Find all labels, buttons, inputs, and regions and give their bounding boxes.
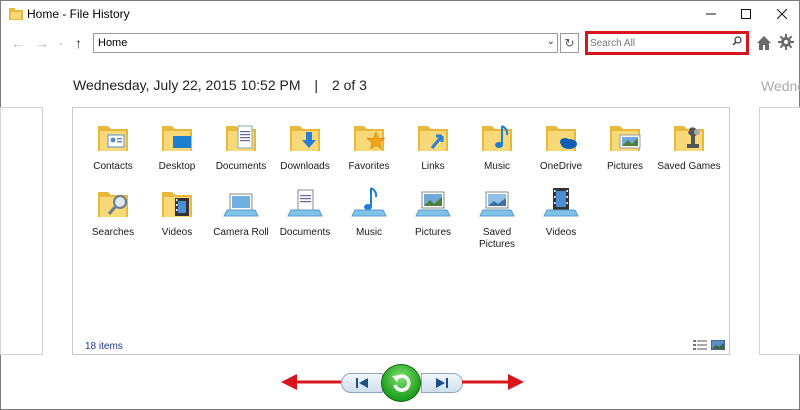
- previous-version-button[interactable]: [341, 373, 383, 393]
- pictures-library-icon: [415, 191, 451, 217]
- gear-icon[interactable]: [778, 34, 794, 50]
- list-item[interactable]: Favorites: [337, 118, 401, 173]
- snapshot-position: 2 of 3: [331, 77, 367, 93]
- snapshot-header: Wednesday, July 22, 2015 10:52 PM | 2 of…: [73, 77, 367, 93]
- camera-roll-library-icon: [223, 193, 259, 217]
- snapshot-controls: [1, 363, 799, 403]
- saved-pictures-library-icon: [479, 191, 515, 217]
- address-bar[interactable]: Home ⌄: [93, 33, 558, 53]
- left-arrow-annotation-icon: [281, 374, 341, 390]
- item-label: Camera Roll: [213, 227, 269, 238]
- item-label: Desktop: [158, 161, 196, 172]
- list-item[interactable]: Contacts: [81, 118, 145, 173]
- list-item[interactable]: Music: [337, 184, 401, 239]
- onedrive-folder-icon: [546, 126, 577, 151]
- searches-folder-icon: [98, 192, 128, 217]
- item-label: Saved Pictures: [478, 227, 516, 250]
- item-label: Contacts: [93, 161, 133, 172]
- snapshot-date: Wednesday, July 22, 2015 10:52 PM: [73, 77, 301, 93]
- chevron-down-icon[interactable]: ⌄: [547, 36, 555, 47]
- close-button[interactable]: [764, 1, 800, 27]
- desktop-folder-icon: [162, 126, 192, 151]
- list-item[interactable]: Saved Pictures: [465, 184, 529, 251]
- list-item[interactable]: Pictures: [593, 118, 657, 173]
- music-library-icon: [351, 187, 387, 217]
- music-folder-icon: [482, 125, 512, 151]
- list-item[interactable]: Searches: [81, 184, 145, 239]
- home-icon[interactable]: [755, 34, 773, 52]
- minimize-icon: [706, 13, 716, 15]
- contacts-folder-icon: [98, 126, 128, 151]
- maximize-icon: [741, 9, 751, 19]
- item-label: Music: [483, 161, 511, 172]
- documents-folder-icon: [226, 125, 256, 151]
- links-folder-icon: [418, 126, 448, 151]
- large-icons-view-icon[interactable]: [711, 340, 725, 350]
- skip-previous-icon: [356, 378, 368, 388]
- item-label: Documents: [279, 227, 331, 238]
- list-item[interactable]: OneDrive: [529, 118, 593, 173]
- back-arrow-icon[interactable]: ←: [11, 35, 25, 51]
- refresh-button[interactable]: ↻: [560, 33, 579, 53]
- recent-locations-chevron-icon[interactable]: ⌄: [57, 37, 65, 48]
- list-item[interactable]: Documents: [209, 118, 273, 173]
- previous-snapshot-panel[interactable]: [0, 107, 43, 355]
- item-label: Links: [421, 161, 445, 172]
- videos-library-icon: [543, 188, 579, 217]
- item-label: Searches: [91, 227, 135, 238]
- navigation-bar: ← → ⌄ ↑ Home ⌄ ↻: [1, 31, 799, 57]
- list-item[interactable]: Camera Roll: [209, 184, 273, 239]
- list-item[interactable]: Videos: [529, 184, 593, 239]
- list-item[interactable]: Music: [465, 118, 529, 173]
- next-snapshot-panel[interactable]: [759, 107, 800, 355]
- up-arrow-icon[interactable]: ↑: [75, 35, 82, 51]
- details-view-icon[interactable]: [693, 340, 707, 350]
- window-title: Home - File History: [27, 7, 130, 21]
- search-box: [585, 31, 749, 55]
- downloads-folder-icon: [290, 126, 320, 151]
- forward-arrow-icon[interactable]: →: [35, 35, 49, 51]
- videos-folder-icon: [162, 192, 192, 217]
- item-label: Favorites: [348, 161, 390, 172]
- next-version-button[interactable]: [421, 373, 463, 393]
- item-label: Downloads: [280, 161, 330, 172]
- item-label: OneDrive: [539, 161, 583, 172]
- right-arrow-annotation-icon: [462, 374, 524, 390]
- item-count: 18 items: [85, 341, 123, 352]
- saved-games-folder-icon: [674, 126, 704, 151]
- item-label: Pictures: [414, 227, 452, 238]
- list-item[interactable]: Pictures: [401, 184, 465, 239]
- search-icon[interactable]: [732, 36, 742, 46]
- next-snapshot-date: Wedne: [761, 78, 800, 94]
- maximize-button[interactable]: [728, 1, 764, 27]
- list-item[interactable]: Saved Games: [657, 118, 721, 173]
- snapshot-content: Contacts Desktop Documents Downloads Fav…: [72, 107, 730, 355]
- list-item[interactable]: Desktop: [145, 118, 209, 173]
- file-history-app-icon: [9, 8, 23, 20]
- restore-button[interactable]: [381, 364, 421, 402]
- list-item[interactable]: Links: [401, 118, 465, 173]
- minimize-button[interactable]: [693, 1, 729, 27]
- item-label: Pictures: [606, 161, 644, 172]
- item-label: Videos: [545, 227, 577, 238]
- favorites-folder-icon: [354, 126, 386, 151]
- address-text: Home: [98, 37, 128, 49]
- close-icon: [777, 9, 787, 19]
- documents-library-icon: [287, 189, 323, 217]
- search-input[interactable]: [590, 36, 743, 50]
- refresh-icon: ↻: [564, 36, 575, 50]
- list-item[interactable]: Videos: [145, 184, 209, 239]
- skip-next-icon: [436, 378, 448, 388]
- item-label: Music: [355, 227, 383, 238]
- header-separator: |: [314, 77, 319, 93]
- restore-icon: [392, 374, 411, 392]
- item-label: Documents: [215, 161, 267, 172]
- item-label: Videos: [161, 227, 193, 238]
- list-item[interactable]: Downloads: [273, 118, 337, 173]
- title-bar: Home - File History: [1, 1, 799, 27]
- item-label: Saved Games: [657, 161, 721, 172]
- list-item[interactable]: Documents: [273, 184, 337, 239]
- pictures-folder-icon: [610, 126, 641, 151]
